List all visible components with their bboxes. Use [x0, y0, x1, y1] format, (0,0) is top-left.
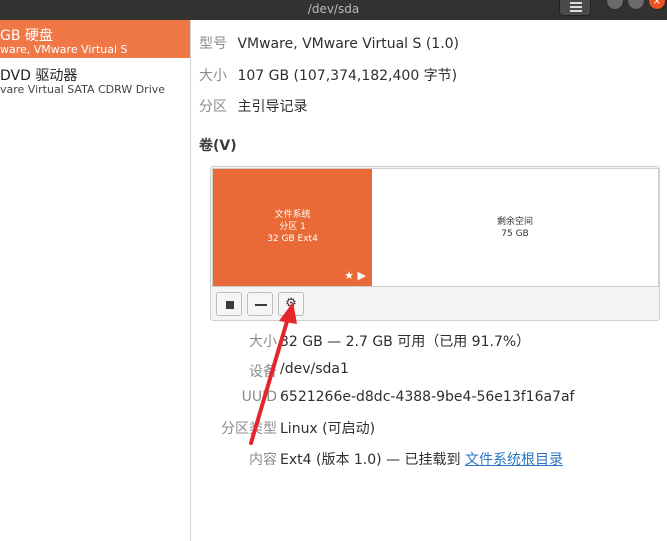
model-value: VMware, VMware Virtual S (1.0) [237, 36, 460, 52]
model-label: 型号 [199, 36, 227, 52]
drive-item-hard-disk[interactable]: GB 硬盘 ware, VMware Virtual S [0, 20, 190, 58]
partition-settings-button[interactable]: ⚙ [278, 292, 304, 316]
model-row: 型号 VMware, VMware Virtual S (1.0) [199, 33, 459, 53]
contents-label: 内容 [249, 452, 277, 468]
delete-partition-button[interactable] [247, 292, 273, 316]
contents-row: Ext4 (版本 1.0) — 已挂载到 文件系统根目录 [280, 449, 563, 469]
drive-name: GB 硬盘 [0, 28, 53, 44]
title-bar: /dev/sda × [0, 0, 667, 20]
hamburger-menu-icon [570, 2, 582, 4]
partition-number: 分区 1 [279, 222, 306, 232]
drive-item-dvd[interactable]: DVD 驱动器 vare Virtual SATA CDRW Drive [0, 60, 190, 98]
uuid-label: UUID [241, 389, 277, 405]
minus-icon [255, 304, 267, 306]
device-value: /dev/sda1 [280, 361, 349, 377]
disk-size-label: 大小 [199, 68, 227, 84]
unmount-button[interactable] [216, 292, 242, 316]
volume-bar: 文件系统 分区 1 32 GB Ext4 ★ ▶ 剩余空间 75 GB [212, 168, 659, 287]
partition-size: 32 GB Ext4 [267, 234, 318, 244]
stop-icon [226, 301, 234, 309]
free-space-size: 75 GB [501, 229, 529, 239]
menu-button[interactable] [559, 0, 591, 16]
partition-type: 文件系统 [274, 210, 311, 220]
partition-type-value: Linux (可启动) [280, 421, 376, 437]
device-label: 设备 [249, 364, 277, 380]
free-space-block[interactable]: 剩余空间 75 GB [372, 169, 658, 286]
contents-value: Ext4 (版本 1.0) — 已挂载到 [280, 452, 465, 468]
volume-graphic: 文件系统 分区 1 32 GB Ext4 ★ ▶ 剩余空间 75 GB ⚙ [210, 166, 660, 321]
drive-name: DVD 驱动器 [0, 68, 78, 84]
part-size-label: 大小 [249, 334, 277, 350]
disk-size-value: 107 GB (107,374,182,400 字节) [237, 68, 458, 84]
partitioning-value: 主引导记录 [237, 99, 308, 115]
partitioning-label: 分区 [199, 99, 227, 115]
contents-label-wrap: 内容 [249, 449, 277, 469]
partition-type-label: 分区类型 [221, 421, 277, 437]
drive-list: GB 硬盘 ware, VMware Virtual S DVD 驱动器 var… [0, 20, 191, 541]
uuid-value: 6521266e-d8dc-4388-9be4-56e13f16a7af [280, 389, 575, 405]
close-icon: × [652, 0, 662, 7]
partition-1-block[interactable]: 文件系统 分区 1 32 GB Ext4 ★ ▶ [213, 169, 372, 286]
mount-point-link[interactable]: 文件系统根目录 [465, 452, 563, 468]
part-size-label-wrap: 大小 [249, 331, 277, 351]
mounted-star-play-icon: ★ ▶ [344, 269, 366, 282]
volumes-heading: 卷(V) [199, 138, 237, 154]
disk-details: 型号 VMware, VMware Virtual S (1.0) 大小 107… [191, 20, 667, 541]
partition-type-label-wrap: 分区类型 [221, 418, 277, 438]
free-space-label: 剩余空间 [496, 217, 533, 227]
partitioning-row: 分区 主引导记录 [199, 96, 307, 116]
drive-subtitle: ware, VMware Virtual S [0, 43, 128, 56]
gear-icon: ⚙ [285, 296, 297, 311]
part-size-value: 32 GB — 2.7 GB 可用（已用 91.7%） [280, 334, 531, 350]
drive-subtitle: vare Virtual SATA CDRW Drive [0, 83, 166, 96]
uuid-label-wrap: UUID [242, 389, 277, 405]
device-label-wrap: 设备 [249, 361, 277, 381]
disk-size-row: 大小 107 GB (107,374,182,400 字节) [199, 65, 457, 85]
